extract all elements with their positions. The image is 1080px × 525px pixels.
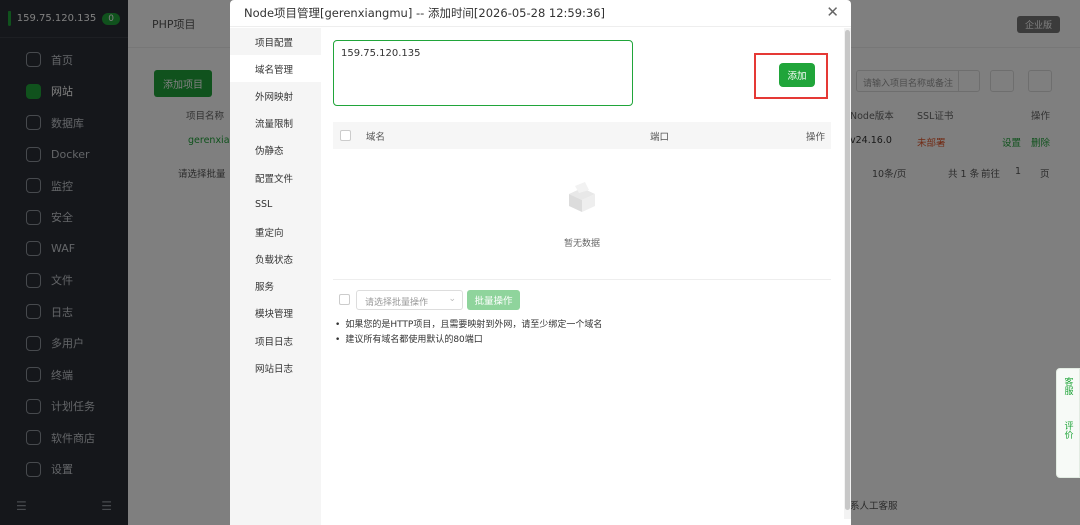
service-label[interactable]: 客服 [1062, 377, 1075, 395]
empty-box-icon [569, 182, 595, 212]
dialog-nav-item[interactable]: SSL [230, 191, 321, 218]
add-domain-button[interactable]: 添加 [779, 63, 815, 87]
tip-item: 建议所有域名都使用默认的80端口 [335, 333, 602, 348]
dialog-scroll-thumb[interactable] [845, 30, 850, 510]
batch-select-placeholder: 请选择批量操作 [365, 298, 429, 308]
dialog-nav-item[interactable]: 流量限制 [230, 110, 321, 137]
batch-operation-button[interactable]: 批量操作 [467, 290, 520, 310]
dialog-nav-item[interactable]: 配置文件 [230, 164, 321, 191]
col-domain: 域名 [366, 132, 386, 143]
chevron-down-icon: ⌄ [448, 294, 456, 304]
dialog-nav-item[interactable]: 网站日志 [230, 354, 321, 381]
col-domain-ops: 操作 [805, 132, 825, 143]
tips-list: 如果您的是HTTP项目，且需要映射到外网，请至少绑定一个域名 建议所有域名都使用… [335, 318, 602, 348]
dialog-nav-item[interactable]: 重定向 [230, 218, 321, 245]
dialog-nav: 项目配置 域名管理 外网映射 流量限制 伪静态 配置文件 SSL 重定向 负载状态 服务 模块管理项… [230, 28, 321, 525]
dialog-nav-item[interactable]: 外网映射 [230, 82, 321, 109]
domain-input[interactable] [333, 40, 633, 106]
col-port: 端口 [650, 132, 670, 143]
dialog-nav-item[interactable]: 负载状态 [230, 246, 321, 273]
domain-table-header: 域名 端口 操作 [333, 122, 831, 149]
node-project-dialog: Node项目管理[gerenxiangmu] -- 添加时间[2026-05-2… [230, 0, 851, 525]
dialog-title: Node项目管理[gerenxiangmu] -- 添加时间[2026-05-2… [230, 0, 851, 27]
dialog-nav-item[interactable]: 模块管理 [230, 300, 321, 327]
batch-checkbox[interactable] [339, 294, 350, 305]
batch-operation-select[interactable]: 请选择批量操作 ⌄ [356, 290, 463, 310]
select-all-checkbox[interactable] [340, 130, 351, 141]
empty-state: 暂无数据 [333, 150, 831, 280]
service-float[interactable]: 客服 评价 [1056, 368, 1080, 478]
review-label[interactable]: 评价 [1062, 421, 1075, 439]
dialog-nav-item[interactable]: 服务 [230, 273, 321, 300]
dialog-nav-item[interactable]: 域名管理 [230, 55, 321, 83]
dialog-nav-item[interactable]: 项目日志 [230, 327, 321, 354]
dialog-nav-item[interactable]: 项目配置 [230, 28, 321, 55]
close-icon[interactable]: ✕ [826, 5, 839, 20]
domain-management-panel: 添加 域名 端口 操作 暂无数据 请选择批量操作 ⌄ 批量操作 如果您的是HTT… [333, 40, 831, 525]
dialog-nav-item[interactable]: 伪静态 [230, 137, 321, 164]
tip-item: 如果您的是HTTP项目，且需要映射到外网，请至少绑定一个域名 [335, 318, 602, 333]
empty-text: 暂无数据 [563, 239, 600, 249]
